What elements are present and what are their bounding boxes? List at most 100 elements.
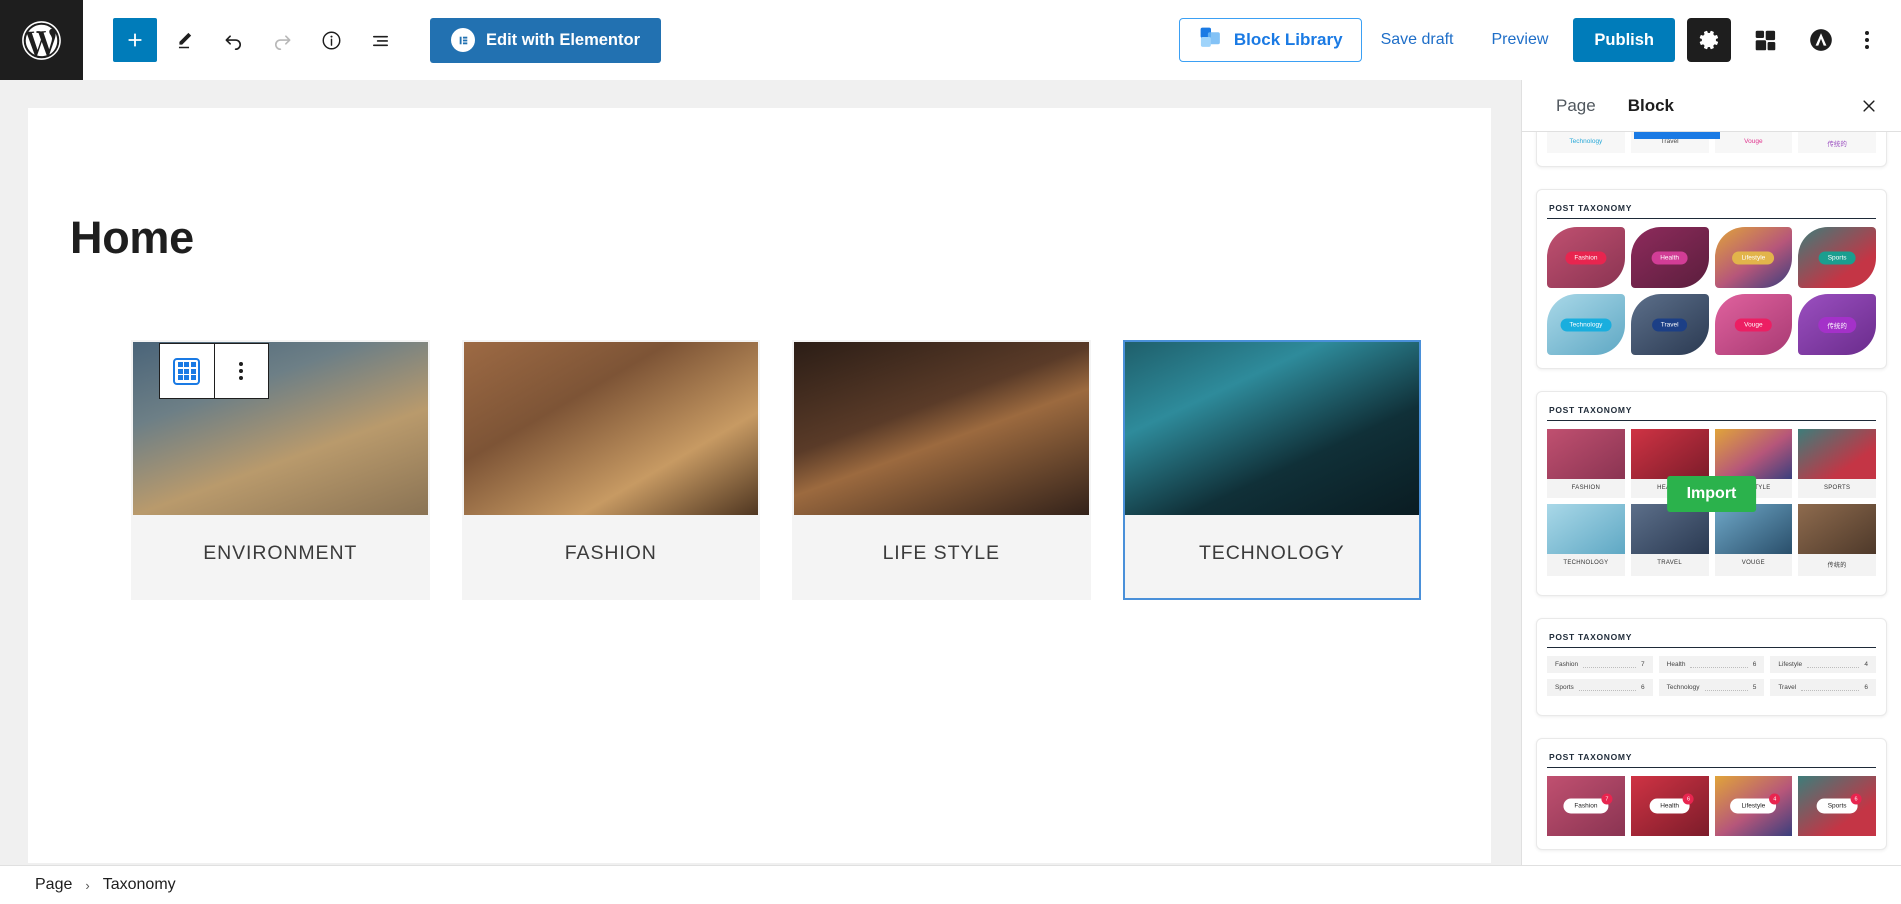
taxonomy-name: Lifestyle [1778,661,1803,668]
settings-button[interactable] [1687,18,1731,62]
edit-with-elementor-label: Edit with Elementor [486,30,641,49]
post-canvas[interactable]: Home ENVIRONMENT FASHION LIFE STYLE TECH… [28,108,1491,863]
pattern-tile-label: 传统的 [1818,316,1856,333]
pattern-row: TECHNOLOGY TRAVEL VOUGE 传统的 [1547,504,1876,576]
chevron-right-icon: › [85,877,90,893]
taxonomy-count: 6 [1864,684,1868,691]
tab-block[interactable]: Block [1612,80,1690,131]
block-library-label: Block Library [1233,30,1343,49]
pattern-heading: POST TAXONOMY [1547,630,1876,648]
pattern-tile-label: Vouge [1735,318,1772,331]
pattern-thumb [1714,429,1793,479]
leader-dots [1690,662,1748,668]
taxonomy-name: Fashion [1555,661,1579,668]
pattern-tile: 传统的 [1798,294,1876,355]
edit-with-elementor-button[interactable]: Edit with Elementor [430,17,662,63]
import-pattern-button[interactable]: Import [1666,475,1757,512]
pattern-tile-label: TRAVEL [1657,560,1682,566]
pattern-tile: Vouge [1714,132,1793,153]
redo-arrow-icon [274,34,291,50]
taxonomy-count-cell: Health 6 [1658,656,1765,673]
pattern-tile: TRAVEL [1630,504,1709,576]
category-thumbnail-image [463,342,758,515]
taxonomy-name: Sports [1827,802,1847,810]
vertical-dots-icon [1865,31,1869,49]
blocks-panel-button[interactable] [1743,18,1787,62]
pattern-thumb [1798,429,1876,479]
pattern-tile: Health [1630,227,1709,288]
category-card-selected[interactable]: TECHNOLOGY [1122,340,1421,600]
sidebar-tabs: Page Block [1522,80,1901,132]
pattern-row: Fashion 7 Health 6 Lifestyle 4 [1547,656,1876,673]
taxonomy-pill: Lifestyle 4 [1730,793,1781,814]
pattern-card[interactable]: POST TAXONOMY Fashion 7 Health 6 Lifesty… [1536,738,1887,850]
block-type-button[interactable] [160,344,214,398]
leader-dots [1807,662,1860,668]
elementor-logo-icon [451,28,475,52]
leader-dots [1704,685,1748,691]
block-library-button[interactable]: Block Library [1178,18,1362,62]
taxonomy-count-cell: Sports 6 [1547,679,1653,696]
list-view-icon [372,35,388,46]
pattern-row: Sports 6 Technology 5 Travel 6 [1547,679,1876,696]
breadcrumb-item-taxonomy[interactable]: Taxonomy [103,876,176,894]
pattern-library-scroll[interactable]: Fashion Health Lifestyle Sports [1522,132,1901,865]
pattern-tile-label: Lifestyle [1732,251,1775,264]
pattern-tile: Technology [1547,132,1625,153]
taxonomy-count: 6 [1752,661,1757,668]
page-title[interactable]: Home [70,212,194,264]
redo-button[interactable] [260,18,304,62]
add-block-button[interactable] [113,18,157,62]
more-options-button[interactable] [1849,18,1885,62]
taxonomy-name: Technology [1666,684,1700,691]
taxonomy-name: Travel [1778,684,1797,691]
editor-tools-group [83,18,402,62]
category-label: LIFE STYLE [882,542,1000,564]
publish-button[interactable]: Publish [1573,18,1675,62]
pattern-card[interactable]: POST TAXONOMY Fashion Health Lifestyle S… [1536,189,1887,369]
pattern-card-hovered[interactable]: POST TAXONOMY FASHION HEALTH LIFESTYLE [1536,391,1887,596]
pattern-thumb [1798,504,1876,554]
list-view-button[interactable] [358,18,402,62]
close-sidebar-button[interactable] [1851,88,1887,124]
block-options-button[interactable] [213,344,268,398]
block-toolbar [159,343,269,399]
category-label: ENVIRONMENT [203,542,358,564]
category-card[interactable]: FASHION [461,340,760,600]
astra-brand-button[interactable] [1799,18,1843,62]
pattern-tile: TECHNOLOGY [1547,504,1625,576]
pattern-tile: Health 6 [1630,776,1709,836]
taxonomy-name: Lifestyle [1741,802,1766,810]
taxonomy-name: Health [1666,661,1686,668]
edit-tool-button[interactable] [162,18,206,62]
category-card[interactable]: LIFE STYLE [792,340,1091,600]
category-grid-block[interactable]: ENVIRONMENT FASHION LIFE STYLE TECHNOLOG… [131,340,1421,600]
pencil-icon [178,32,192,49]
wordpress-logo-button[interactable] [0,0,83,80]
breadcrumb-item-page[interactable]: Page [35,876,72,894]
pattern-tile: Fashion [1547,227,1625,288]
pattern-tile-label: Sports [1818,251,1856,264]
undo-button[interactable] [211,18,255,62]
tab-page[interactable]: Page [1540,80,1612,131]
pattern-tile-label: Travel [1651,318,1688,331]
pattern-tile: Vouge [1714,294,1793,355]
pattern-thumb [1630,429,1709,479]
vertical-dots-icon [239,362,244,380]
count-badge: 6 [1850,793,1862,805]
preview-button[interactable]: Preview [1473,18,1568,62]
document-details-button[interactable] [309,18,353,62]
count-badge: 4 [1769,793,1781,805]
category-label: TECHNOLOGY [1198,542,1345,564]
pattern-tile-label: Travel [1660,138,1679,145]
save-draft-button[interactable]: Save draft [1362,18,1473,62]
taxonomy-count: 6 [1641,684,1645,691]
pattern-card[interactable]: POST TAXONOMY Fashion 7 Health 6 Lifesty… [1536,618,1887,716]
taxonomy-count-cell: Lifestyle 4 [1770,656,1876,673]
pattern-tile-label: VOUGE [1741,560,1765,566]
taxonomy-count-cell: Fashion 7 [1547,656,1653,673]
pattern-row: Fashion Health Lifestyle Sports [1547,227,1876,288]
pattern-tile-label: TECHNOLOGY [1563,560,1609,566]
leader-dots [1578,685,1637,691]
pattern-tile-label: Technology [1560,318,1612,331]
